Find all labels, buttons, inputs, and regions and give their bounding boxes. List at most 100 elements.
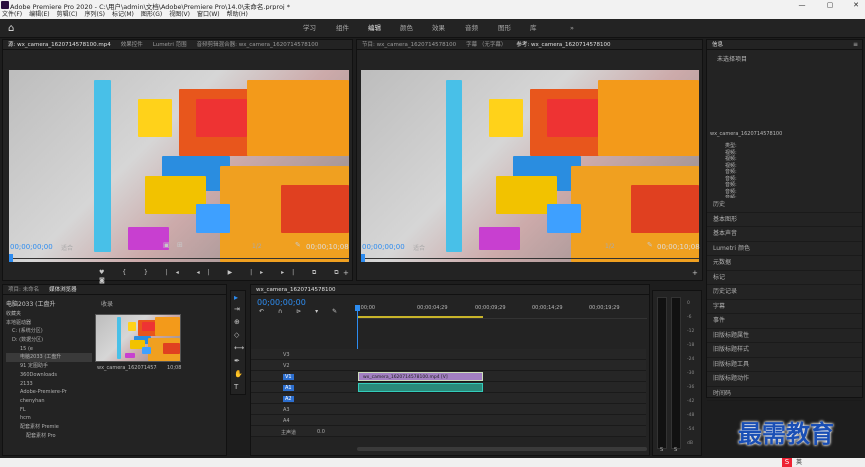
menu-edit[interactable]: 编辑(E) <box>29 10 49 19</box>
track-v2[interactable]: V2 <box>251 360 646 371</box>
tree-local-drives[interactable]: 本地驱动器 <box>6 319 92 328</box>
tree-folder[interactable]: 配套素材 Premie <box>6 423 92 432</box>
timeline-scrollbar[interactable] <box>357 447 647 451</box>
playhead-handle[interactable] <box>355 305 360 311</box>
audio-clip[interactable] <box>358 383 483 392</box>
workspace-color[interactable]: 颜色 <box>400 19 413 38</box>
tab-effect-controls[interactable]: 效果控件 <box>116 40 148 49</box>
program-timecode[interactable]: 00;00;00;00 <box>362 243 405 251</box>
menu-icon[interactable]: ≡ <box>853 40 858 49</box>
work-area-bar[interactable] <box>357 316 483 318</box>
minimize-button[interactable]: — <box>795 0 809 10</box>
track-a2[interactable]: A2 <box>251 393 646 404</box>
tab-lumetri-scopes[interactable]: Lumetri 范围 <box>148 40 192 49</box>
hand-tool-icon[interactable]: ✋ <box>234 370 243 378</box>
program-playhead[interactable] <box>361 254 365 262</box>
tree-folder[interactable]: Adobe-Premiere-Pr <box>6 388 92 397</box>
program-fit-dropdown[interactable]: 适合 <box>413 243 425 252</box>
tree-folder[interactable]: 360Downloads <box>6 371 92 380</box>
tree-folder[interactable]: chenyhan <box>6 397 92 406</box>
tree-folder[interactable]: 2133 <box>6 380 92 389</box>
tree-folder-selected[interactable]: 电脑2033 (工盘升 <box>6 353 92 363</box>
tab-program[interactable]: 节目: wx_camera_1620714578100 <box>357 40 461 49</box>
track-select-tool-icon[interactable]: ⇥ <box>234 305 240 313</box>
panel-legacy-title-styles[interactable]: 旧版标题样式 <box>707 343 862 358</box>
program-add-button-icon[interactable]: + <box>692 269 698 277</box>
source-add-button-icon[interactable]: + <box>343 269 349 277</box>
maximize-button[interactable]: ▢ <box>823 0 837 10</box>
workspace-more-icon[interactable]: » <box>570 19 574 38</box>
tree-folder[interactable]: 15 (e <box>6 345 92 354</box>
menu-marker[interactable]: 标记(M) <box>112 10 134 19</box>
workspace-graphics[interactable]: 图形 <box>498 19 511 38</box>
settings-icon[interactable]: ▣ <box>163 241 170 249</box>
panel-lumetri-color[interactable]: Lumetri 颜色 <box>707 242 862 256</box>
panel-legacy-title-actions[interactable]: 旧版标题动作 <box>707 372 862 387</box>
program-scrub-bar[interactable] <box>361 253 699 259</box>
tree-favorites[interactable]: 收藏夹 <box>6 310 92 319</box>
tree-folder[interactable]: 配套素材 Pro <box>6 432 92 441</box>
media-thumbnail[interactable] <box>95 314 181 362</box>
workspace-libraries[interactable]: 库 <box>530 19 537 38</box>
source-resolution-dropdown[interactable]: 1/2 <box>252 243 262 250</box>
tab-reference[interactable]: 参考: wx_camera_1620714578100 <box>511 40 615 49</box>
panel-markers[interactable]: 标记 <box>707 271 862 285</box>
track-master[interactable]: 主声道 0.0 <box>251 426 646 437</box>
tab-sequence[interactable]: wx_camera_1620714578100 <box>251 285 341 294</box>
workspace-effects[interactable]: 效果 <box>432 19 445 38</box>
track-v3[interactable]: V3 <box>251 349 646 360</box>
panel-events[interactable]: 事件 <box>707 314 862 329</box>
menu-file[interactable]: 文件(F) <box>2 10 22 19</box>
track-a4[interactable]: A4 <box>251 415 646 426</box>
tree-folder[interactable]: FL <box>6 406 92 415</box>
program-resolution-dropdown[interactable]: 1/2 <box>605 243 615 250</box>
solo-left[interactable]: S <box>660 447 663 453</box>
panel-history[interactable]: 历史 <box>707 198 862 213</box>
tab-info[interactable]: 信息 <box>707 40 728 49</box>
clip-icon[interactable]: ⊞ <box>177 241 183 249</box>
pen-tool-icon[interactable]: ✒ <box>234 357 240 365</box>
timeline-ruler[interactable]: :00;00 00;00;04;29 00;00;09;29 00;00;14;… <box>357 299 647 319</box>
program-video-frame[interactable] <box>361 70 699 262</box>
panel-history-records[interactable]: 历史记录 <box>707 285 862 300</box>
panel-metadata[interactable]: 元数据 <box>707 256 862 271</box>
menu-help[interactable]: 帮助(H) <box>227 10 248 19</box>
workspace-audio[interactable]: 音频 <box>465 19 478 38</box>
tab-project[interactable]: 项目: 未命名 <box>3 285 44 294</box>
panel-essential-sound[interactable]: 基本声音 <box>707 227 862 242</box>
tab-audio-clip-mixer[interactable]: 音频剪辑混合器: wx_camera_1620714578100 <box>192 40 324 49</box>
track-v1[interactable]: V1 wx_camera_1620714578100.mp4 [V] <box>251 371 646 382</box>
type-tool-icon[interactable]: T <box>234 383 238 391</box>
source-transport-controls[interactable]: ♥ { } |◂ ◂| ▶ |▸ ▸| ⧉ ⧉ ◙ <box>99 269 352 284</box>
source-scrub-bar[interactable] <box>9 253 349 259</box>
close-button[interactable]: ✕ <box>849 0 863 10</box>
track-a1[interactable]: A1 <box>251 382 646 393</box>
solo-right[interactable]: S <box>674 447 677 453</box>
source-video-frame[interactable] <box>9 70 349 262</box>
panel-legacy-title-tools[interactable]: 旧版标题工具 <box>707 358 862 372</box>
workspace-editing[interactable]: 编辑 <box>368 19 381 38</box>
razor-tool-icon[interactable]: ◇ <box>234 331 239 339</box>
timeline-timecode[interactable]: 00;00;00;00 <box>257 298 306 307</box>
source-fit-dropdown[interactable]: 适合 <box>61 243 73 252</box>
source-timecode[interactable]: 00;00;00;00 <box>10 243 53 251</box>
panel-essential-graphics[interactable]: 基本图形 <box>707 213 862 227</box>
timeline-tools[interactable]: ↶ ∩ ⊳ ▾ ✎ <box>259 308 343 315</box>
tab-media-browser[interactable]: 媒体浏览器 <box>44 285 82 294</box>
ime-s-icon[interactable]: S <box>782 458 792 467</box>
selection-tool-icon[interactable]: ▸ <box>234 293 238 302</box>
wrench-icon[interactable]: ✎ <box>647 241 653 249</box>
panel-captions[interactable]: 字幕 <box>707 300 862 314</box>
tab-captions[interactable]: 字幕 （无字幕） <box>461 40 511 49</box>
tree-drive-d[interactable]: D: (数据分区) <box>6 336 92 345</box>
source-playhead[interactable] <box>9 254 13 262</box>
menu-sequence[interactable]: 序列(S) <box>85 10 106 19</box>
panel-timecode[interactable]: 时间码 <box>707 387 862 401</box>
master-value[interactable]: 0.0 <box>317 429 325 435</box>
tree-folder[interactable]: 91 定图助手 <box>6 362 92 371</box>
workspace-assembly[interactable]: 组件 <box>336 19 349 38</box>
menu-window[interactable]: 窗口(W) <box>197 10 220 19</box>
menu-clip[interactable]: 剪辑(C) <box>57 10 78 19</box>
search-field[interactable]: 收录 <box>101 299 113 308</box>
tree-folder[interactable]: hcm <box>6 414 92 423</box>
